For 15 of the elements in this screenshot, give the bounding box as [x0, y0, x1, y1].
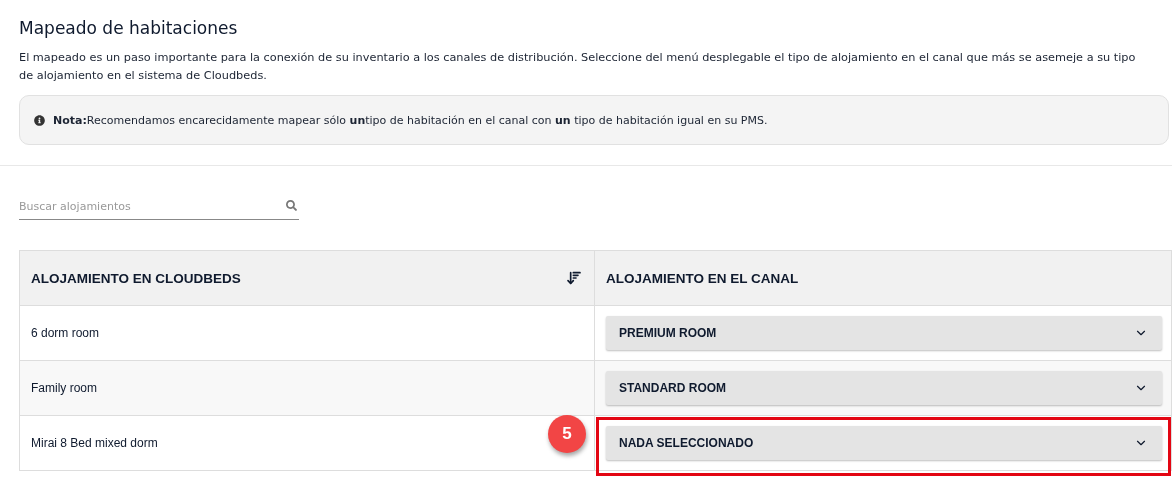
note-text: Nota:Recomendamos encarecidamente mapear sólo untipo de habitación en el canal con un tipo de habitación igual en su PMS. [53, 113, 768, 127]
room-select[interactable]: STANDARD ROOM [606, 371, 1162, 405]
room-select[interactable]: NADA SELECCIONADO [606, 426, 1162, 460]
sort-icon[interactable] [566, 270, 582, 286]
room-name: Mirai 8 Bed mixed dorm [31, 436, 158, 450]
search-icon[interactable] [286, 200, 297, 211]
room-name: Family room [31, 381, 97, 395]
room-select[interactable]: PREMIUM ROOM [606, 316, 1162, 350]
room-name: 6 dorm room [31, 326, 100, 340]
info-icon [34, 114, 45, 126]
description-text: El mapeado es un paso importante para la conexión de su inventario a los canales de distribución. Seleccione del menú desplegable el tipo de alojamiento en el canal que más se asemeje a su tipo de alojamiento en el sistema de Cloudbeds. [19, 50, 1137, 84]
column-title: ALOJAMIENTO EN CLOUDBEDS [31, 270, 241, 286]
page-title: Mapeado de habitaciones [19, 18, 239, 38]
search-field[interactable]: Buscar alojamientos [19, 194, 299, 220]
column-title: ALOJAMIENTO EN EL CANAL [606, 270, 799, 286]
